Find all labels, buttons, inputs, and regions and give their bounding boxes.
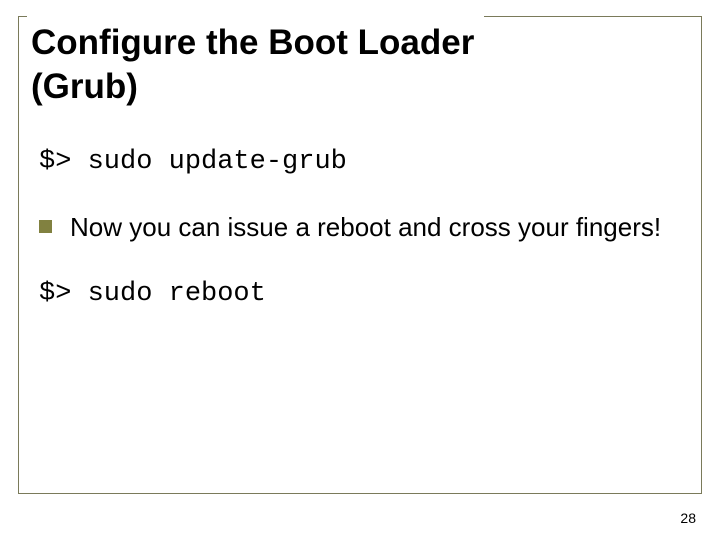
page-number: 28 — [680, 510, 696, 526]
command-line-1: $> sudo update-grub — [39, 147, 681, 177]
slide-frame: Configure the Boot Loader (Grub) $> sudo… — [18, 16, 702, 494]
slide-title-line2: (Grub) — [31, 65, 474, 109]
slide-title-line1: Configure the Boot Loader — [31, 21, 474, 65]
title-container: Configure the Boot Loader (Grub) — [27, 15, 484, 119]
bullet-text: Now you can issue a reboot and cross you… — [70, 211, 661, 245]
square-bullet-icon — [39, 220, 52, 233]
bullet-item: Now you can issue a reboot and cross you… — [39, 211, 681, 245]
slide-content: $> sudo update-grub Now you can issue a … — [39, 147, 681, 309]
command-line-2: $> sudo reboot — [39, 279, 681, 309]
